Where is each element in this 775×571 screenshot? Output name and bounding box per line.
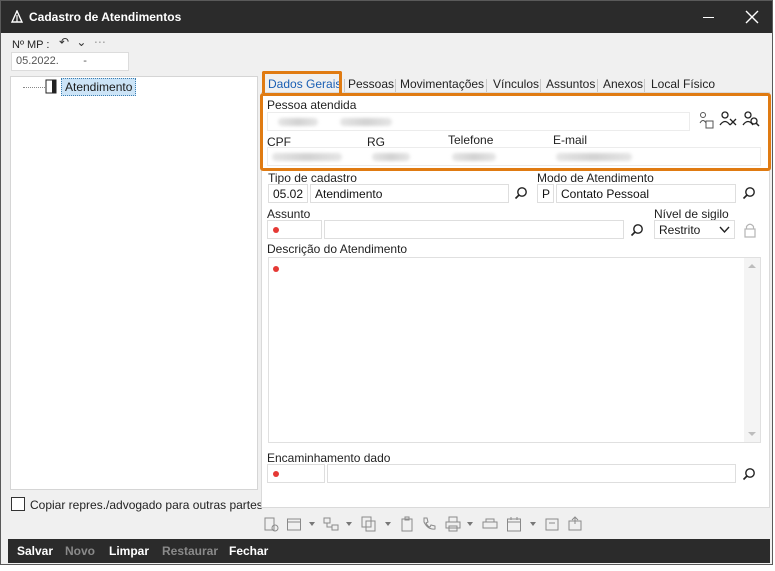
salvar-label: Salvar xyxy=(17,544,54,558)
novo-button[interactable]: Novo xyxy=(65,544,95,558)
copy-representative-option[interactable]: Copiar repres./advogado para outras part… xyxy=(11,497,263,512)
chevron-down-icon[interactable] xyxy=(346,522,352,526)
tab-divider xyxy=(395,79,396,93)
print-preview-icon[interactable] xyxy=(482,516,498,532)
tab-movimentacoes[interactable]: Movimentações xyxy=(400,77,484,91)
copy-documents-icon[interactable] xyxy=(361,516,377,532)
assunto-code-input[interactable] xyxy=(267,220,322,239)
scroll-down-icon[interactable] xyxy=(748,431,756,437)
chevron-down-icon[interactable]: ⌄ xyxy=(76,35,86,49)
tab-label: Local Físico xyxy=(651,77,716,91)
fechar-button[interactable]: Fechar xyxy=(229,544,268,558)
fechar-label: Fechar xyxy=(229,544,269,558)
tab-anexos[interactable]: Anexos xyxy=(603,77,643,91)
more-icon[interactable]: ⋯ xyxy=(94,35,106,49)
nivel-sigilo-label: Nível de sigilo xyxy=(654,207,729,221)
tab-pessoas[interactable]: Pessoas xyxy=(348,77,394,91)
window-icon[interactable] xyxy=(286,516,302,532)
main-window: Cadastro de Atendimentos Nº MP : ↶ ⌄ ⋯ 0… xyxy=(0,0,773,565)
highlight-person-box xyxy=(260,93,771,171)
encaminhamento-label: Encaminhamento dado xyxy=(267,451,391,465)
copy-representative-label: Copiar repres./advogado para outras part… xyxy=(30,498,263,512)
tab-label: Assuntos xyxy=(546,77,596,91)
document-icon xyxy=(45,79,57,94)
assunto-label: Assunto xyxy=(267,207,311,221)
chevron-down-icon[interactable] xyxy=(309,522,315,526)
phone-icon[interactable] xyxy=(421,516,437,532)
search-icon[interactable] xyxy=(514,186,528,200)
archive-icon[interactable] xyxy=(544,516,560,532)
search-icon[interactable] xyxy=(630,223,644,237)
tab-assuntos[interactable]: Assuntos xyxy=(546,77,595,91)
chevron-down-icon[interactable] xyxy=(467,522,473,526)
tab-local-fisico[interactable]: Local Físico xyxy=(651,77,715,91)
search-icon[interactable] xyxy=(742,186,756,200)
tab-divider xyxy=(540,79,541,93)
encaminhamento-value-input[interactable] xyxy=(327,464,736,483)
descricao-textarea[interactable] xyxy=(268,257,761,443)
tree-connector xyxy=(23,87,45,88)
descricao-label: Descrição do Atendimento xyxy=(267,242,408,256)
minimize-button[interactable] xyxy=(689,1,729,33)
tab-divider xyxy=(344,79,345,93)
copy-representative-checkbox[interactable] xyxy=(11,497,25,511)
assunto-value-input[interactable] xyxy=(324,220,624,239)
tab-label: Pessoas xyxy=(348,77,395,91)
tab-label: Movimentações xyxy=(400,77,485,91)
footer-action-bar: Salvar Novo Limpar Restaurar Fechar xyxy=(8,539,770,563)
tipo-cadastro-value-input[interactable]: Atendimento xyxy=(310,184,509,203)
calendar-icon[interactable] xyxy=(506,516,522,532)
tree-node-atendimento[interactable]: Atendimento xyxy=(61,78,137,96)
lock-icon[interactable] xyxy=(743,222,757,238)
tab-divider xyxy=(486,79,487,93)
required-indicator xyxy=(273,227,279,233)
modo-atendimento-code-input[interactable]: P xyxy=(537,184,554,203)
tab-label: Vínculos xyxy=(493,77,540,91)
background-strip xyxy=(0,565,775,571)
nivel-sigilo-select[interactable]: Restrito xyxy=(654,220,735,239)
title-bar: Cadastro de Atendimentos xyxy=(1,1,772,33)
undo-icon[interactable]: ↶ xyxy=(59,35,69,49)
chevron-down-icon[interactable] xyxy=(385,522,391,526)
app-icon xyxy=(10,10,24,23)
search-icon[interactable] xyxy=(742,467,756,481)
tab-divider xyxy=(644,79,645,93)
limpar-button[interactable]: Limpar xyxy=(109,544,149,558)
mp-tools: ↶ ⌄ ⋯ xyxy=(59,35,110,49)
scroll-up-icon[interactable] xyxy=(748,263,756,269)
tab-divider xyxy=(597,79,598,93)
mp-label: Nº MP : xyxy=(12,39,50,51)
hierarchy-icon[interactable] xyxy=(323,516,339,532)
new-document-icon[interactable] xyxy=(263,516,279,532)
tipo-cadastro-label: Tipo de cadastro xyxy=(268,171,357,185)
chevron-down-icon xyxy=(719,226,730,234)
record-tree: Atendimento xyxy=(10,76,258,490)
novo-label: Novo xyxy=(65,544,95,558)
nivel-sigilo-value: Restrito xyxy=(659,223,701,237)
limpar-label: Limpar xyxy=(109,544,150,558)
restaurar-button[interactable]: Restaurar xyxy=(162,544,218,558)
modo-atendimento-label: Modo de Atendimento xyxy=(537,171,654,185)
mp-number-input[interactable]: 05.2022. - xyxy=(11,52,129,71)
clipboard-icon[interactable] xyxy=(399,516,415,532)
required-indicator xyxy=(273,266,279,272)
window-title: Cadastro de Atendimentos xyxy=(29,10,182,24)
highlight-tab-box xyxy=(262,71,342,93)
printer-icon[interactable] xyxy=(445,516,461,532)
close-button[interactable] xyxy=(731,1,773,33)
encaminhamento-code-input[interactable] xyxy=(267,464,325,483)
export-icon[interactable] xyxy=(567,516,583,532)
tab-label: Anexos xyxy=(603,77,644,91)
vertical-scrollbar[interactable] xyxy=(744,258,760,442)
close-icon xyxy=(745,10,759,24)
tab-vinculos[interactable]: Vínculos xyxy=(493,77,539,91)
required-indicator xyxy=(273,471,279,477)
tipo-cadastro-code-input[interactable]: 05.02 xyxy=(268,184,308,203)
modo-atendimento-value-input[interactable]: Contato Pessoal xyxy=(556,184,736,203)
chevron-down-icon[interactable] xyxy=(530,522,536,526)
salvar-button[interactable]: Salvar xyxy=(17,544,53,558)
restaurar-label: Restaurar xyxy=(162,544,219,558)
